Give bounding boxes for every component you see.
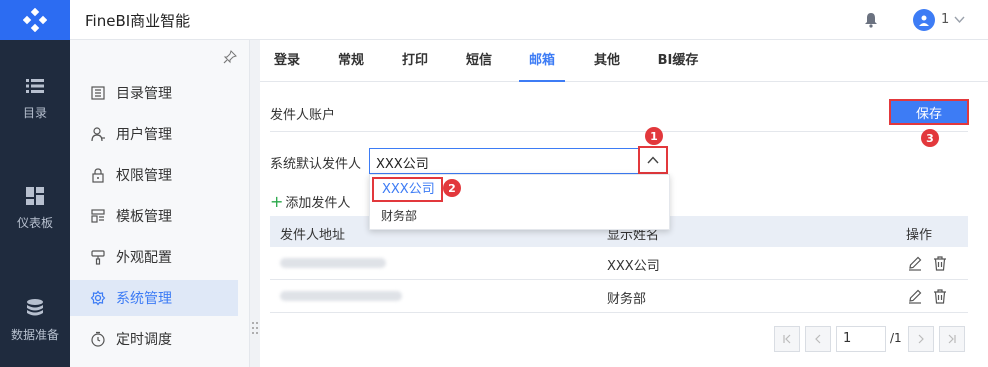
table-row: XXX公司 — [270, 247, 968, 280]
dropdown-option-selected[interactable]: XXX公司 — [372, 177, 443, 202]
step-badge: 3 — [921, 129, 939, 147]
menu-item-catalog[interactable]: 目录管理 — [70, 75, 238, 111]
default-sender-value: XXX公司 — [376, 157, 429, 172]
delete-icon[interactable] — [932, 288, 948, 304]
page-total: /1 — [890, 331, 902, 345]
chevron-down-icon[interactable] — [954, 14, 965, 25]
edit-icon[interactable] — [907, 288, 923, 304]
sender-table: 发件人地址 显示姓名 操作 XXX公司 财务部 — [270, 216, 968, 313]
rail-item-catalog[interactable]: 目录 — [0, 76, 70, 146]
tab-bi-cache[interactable]: BI缓存 — [650, 40, 706, 82]
menu-item-label: 外观配置 — [116, 250, 172, 266]
sender-dropdown-menu: XXX公司 财务部 — [369, 174, 670, 230]
left-rail: 目录 仪表板 数据准备 — [0, 0, 70, 367]
section-title: 发件人账户 — [270, 108, 336, 123]
tab-general[interactable]: 常规 — [334, 40, 368, 82]
list-icon — [26, 79, 44, 93]
menu-item-label: 系统管理 — [116, 291, 172, 307]
bell-icon[interactable] — [864, 12, 878, 28]
dropdown-option[interactable]: 财务部 — [381, 207, 417, 224]
settings-tabs: 登录 常规 打印 短信 邮箱 其他 BI缓存 — [260, 40, 988, 82]
lock-icon — [92, 168, 104, 183]
database-icon — [27, 299, 43, 316]
default-sender-select[interactable]: XXX公司 — [369, 148, 668, 174]
table-row: 财务部 — [270, 280, 968, 313]
dashboard-icon — [26, 187, 44, 205]
display-name-cell: XXX公司 — [607, 259, 660, 274]
timer-icon — [91, 331, 105, 347]
menu-item-label: 用户管理 — [116, 127, 172, 143]
rail-item-label: 数据准备 — [10, 328, 59, 342]
top-bar: FineBI商业智能 1 — [70, 0, 988, 40]
edit-icon[interactable] — [907, 255, 923, 271]
dropdown-toggle[interactable] — [638, 146, 668, 174]
menu-item-templates[interactable]: 模板管理 — [70, 198, 238, 234]
menu-item-label: 定时调度 — [116, 332, 172, 348]
add-sender-link[interactable]: + 添加发件人 — [270, 192, 350, 211]
gear-icon — [90, 290, 106, 306]
prev-page-button[interactable] — [805, 326, 831, 352]
user-icon — [91, 127, 105, 142]
column-header: 发件人地址 — [280, 228, 346, 243]
delete-icon[interactable] — [932, 255, 948, 271]
chevron-right-icon — [918, 334, 924, 344]
side-menu: 目录管理 用户管理 权限管理 模板管理 外观配置 系统管理 定时调度 — [70, 40, 250, 367]
first-page-icon — [783, 334, 791, 344]
user-name[interactable]: 1 — [941, 12, 949, 27]
blurred-address — [280, 291, 402, 301]
last-page-button[interactable] — [939, 326, 965, 352]
rail-item-label: 仪表板 — [16, 216, 53, 230]
save-button[interactable]: 保存 — [889, 99, 969, 125]
display-name-cell: 财务部 — [607, 292, 647, 307]
rail-item-data-prep[interactable]: 数据准备 — [0, 298, 70, 367]
catalog-icon — [91, 86, 105, 100]
menu-item-label: 权限管理 — [116, 168, 172, 184]
menu-item-label: 目录管理 — [116, 86, 172, 102]
menu-item-system[interactable]: 系统管理 — [70, 280, 238, 316]
menu-item-label: 模板管理 — [116, 209, 172, 225]
logo[interactable] — [0, 0, 70, 40]
next-page-button[interactable] — [908, 326, 934, 352]
user-avatar-icon — [919, 15, 929, 26]
blurred-address — [280, 258, 386, 268]
template-icon — [91, 209, 105, 223]
divider — [270, 131, 968, 132]
step-badge: 2 — [443, 179, 461, 197]
pagination: 1 /1 — [774, 326, 968, 352]
resize-handle-icon[interactable] — [250, 318, 260, 338]
menu-item-scheduling[interactable]: 定时调度 — [70, 321, 238, 357]
menu-item-users[interactable]: 用户管理 — [70, 116, 238, 152]
tab-other[interactable]: 其他 — [590, 40, 624, 82]
rail-item-dashboard[interactable]: 仪表板 — [0, 186, 70, 256]
column-header: 操作 — [906, 228, 933, 243]
step-badge: 1 — [645, 127, 663, 145]
pin-icon[interactable] — [223, 50, 237, 64]
app-root: 目录 仪表板 数据准备 FineBI商业智能 1 目录管理 用户管理 权限管理 … — [0, 0, 988, 367]
first-page-button[interactable] — [774, 326, 800, 352]
rail-item-label: 目录 — [22, 106, 47, 120]
tab-email[interactable]: 邮箱 — [519, 40, 565, 82]
menu-item-appearance[interactable]: 外观配置 — [70, 239, 238, 275]
tab-login[interactable]: 登录 — [270, 40, 304, 82]
last-page-icon — [948, 334, 956, 344]
default-sender-label: 系统默认发件人 — [270, 157, 362, 172]
page-number-input[interactable]: 1 — [836, 326, 886, 352]
plus-icon: + — [270, 192, 284, 211]
tab-sms[interactable]: 短信 — [462, 40, 496, 82]
avatar[interactable] — [913, 9, 935, 31]
menu-item-permissions[interactable]: 权限管理 — [70, 157, 238, 193]
tab-print[interactable]: 打印 — [398, 40, 432, 82]
chevron-up-icon — [647, 156, 659, 164]
finebi-logo-icon — [23, 8, 47, 32]
app-title: FineBI商业智能 — [85, 12, 191, 30]
chevron-left-icon — [815, 334, 821, 344]
add-sender-label: 添加发件人 — [285, 196, 351, 211]
brush-icon — [91, 250, 105, 265]
